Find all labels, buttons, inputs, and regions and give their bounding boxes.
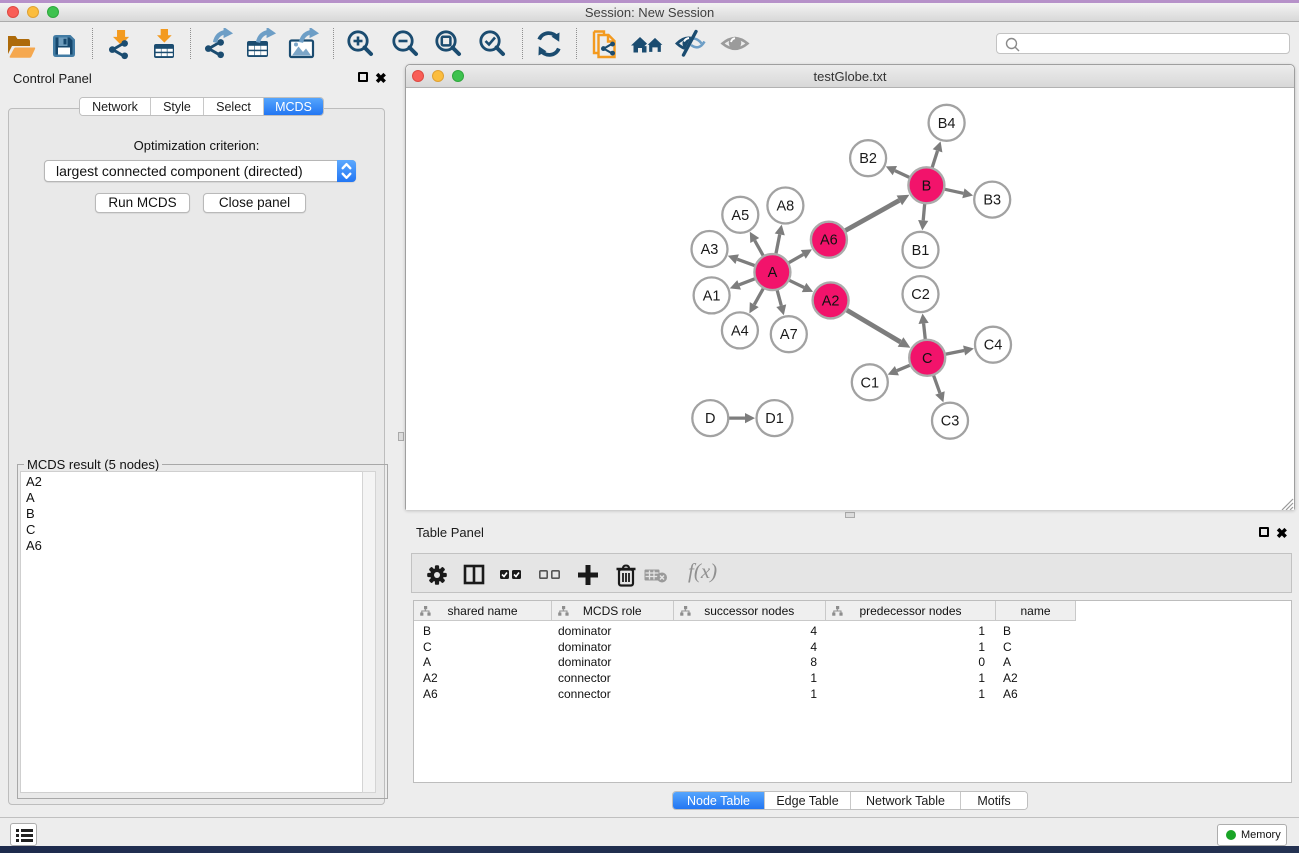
svg-text:D: D <box>705 411 715 427</box>
svg-text:B2: B2 <box>859 151 877 167</box>
svg-text:A: A <box>768 265 778 281</box>
svg-text:A5: A5 <box>731 208 749 224</box>
svg-text:A2: A2 <box>822 293 840 309</box>
svg-text:B1: B1 <box>912 243 930 259</box>
svg-text:B: B <box>922 178 932 194</box>
svg-text:C4: C4 <box>984 338 1003 354</box>
svg-text:A3: A3 <box>701 242 719 258</box>
svg-text:A1: A1 <box>703 288 721 304</box>
svg-text:A4: A4 <box>731 323 749 339</box>
svg-text:C1: C1 <box>861 375 880 391</box>
svg-text:B4: B4 <box>938 116 956 132</box>
svg-text:B3: B3 <box>983 193 1001 209</box>
svg-text:A7: A7 <box>780 327 798 343</box>
svg-text:A6: A6 <box>820 233 838 249</box>
svg-text:C2: C2 <box>911 287 930 303</box>
svg-text:A8: A8 <box>777 199 795 215</box>
svg-text:C3: C3 <box>941 414 960 430</box>
svg-text:D1: D1 <box>765 411 784 427</box>
svg-text:C: C <box>922 351 932 367</box>
